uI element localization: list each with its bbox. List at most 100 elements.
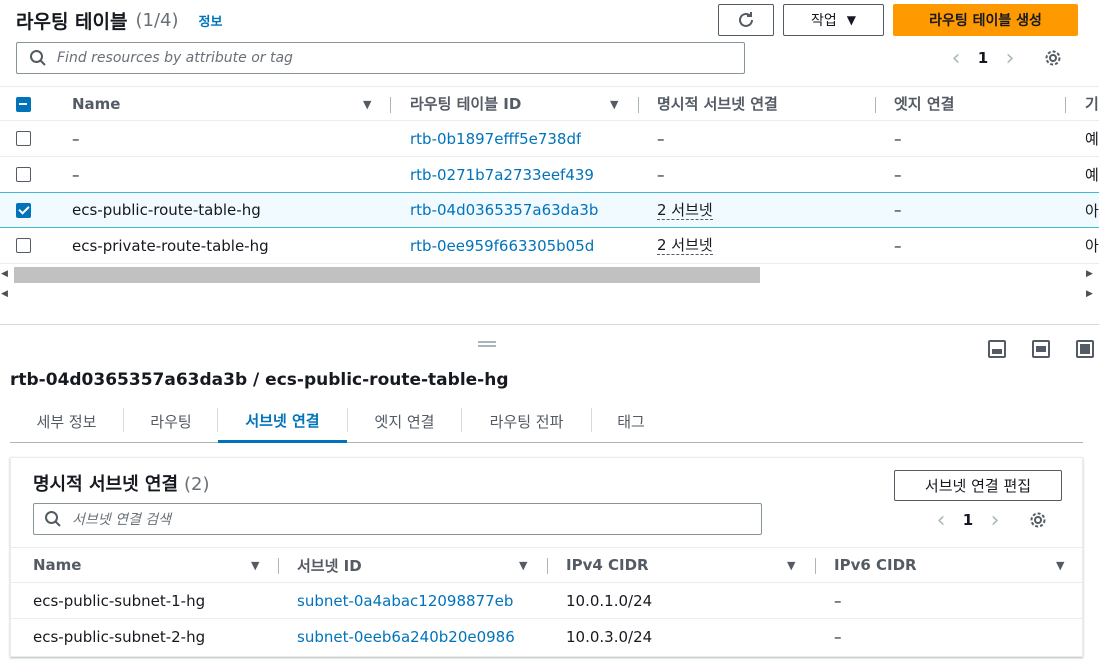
explicit-subnet-value: – (657, 165, 665, 184)
resource-search-input[interactable]: Find resources by attribute or tag (16, 42, 745, 74)
column-header-name[interactable]: Name (33, 548, 81, 582)
scrollbar-thumb[interactable] (14, 267, 760, 283)
column-header-ipv4[interactable]: IPv4 CIDR (566, 548, 649, 582)
column-header-name[interactable]: Name (72, 87, 120, 120)
main-value: 아 (1085, 237, 1099, 255)
scroll-right-arrow-icon[interactable]: ▶ (1086, 289, 1093, 299)
current-page[interactable]: 1 (956, 511, 980, 529)
explicit-subnet-associations-card: 명시적 서브넷 연결 (2) 서브넷 연결 편집 서브넷 연결 검색 ‹ 1 ›… (10, 457, 1083, 657)
explicit-subnet-value[interactable]: 2 서브넷 (657, 201, 713, 220)
sort-icon[interactable]: ▼ (610, 98, 618, 111)
tab-route-propagation[interactable]: 라우팅 전파 (462, 400, 591, 442)
row-name: – (72, 129, 80, 148)
table-row[interactable]: – rtb-0271b7a2733eef439 – – 예 (0, 157, 1099, 193)
row-name: ecs-private-route-table-hg (72, 236, 269, 255)
main-value: 예 (1085, 166, 1099, 184)
sort-icon[interactable]: ▼ (519, 559, 527, 572)
pagination: ‹ 1 › (941, 44, 1063, 72)
select-all-checkbox[interactable] (16, 97, 31, 112)
edge-value: – (894, 201, 902, 219)
card-title: 명시적 서브넷 연결 (33, 474, 179, 495)
main-value: 아 (1085, 201, 1099, 220)
prev-page-icon[interactable]: ‹ (926, 508, 956, 533)
explicit-subnet-value[interactable]: 2 서브넷 (657, 236, 713, 255)
row-name: ecs-public-route-table-hg (72, 201, 261, 219)
panel-bottom-icon[interactable] (988, 340, 1006, 358)
row-checkbox[interactable] (16, 203, 31, 218)
tab-tags[interactable]: 태그 (592, 400, 670, 442)
sort-icon[interactable]: ▼ (1056, 559, 1064, 572)
route-table-id-link[interactable]: rtb-0271b7a2733eef439 (410, 157, 594, 192)
edge-value: – (894, 129, 902, 148)
search-icon (30, 50, 46, 66)
route-table-id-link[interactable]: rtb-04d0365357a63da3b (410, 193, 598, 227)
row-name: – (72, 165, 80, 184)
selection-count: (1/4) (135, 9, 179, 31)
tab-details[interactable]: 세부 정보 (10, 400, 123, 442)
table-row-selected[interactable]: ecs-public-route-table-hg rtb-04d0365357… (0, 192, 1099, 228)
tab-subnet-associations[interactable]: 서브넷 연결 (218, 400, 347, 443)
next-page-icon[interactable]: › (980, 508, 1010, 533)
route-table-id-link[interactable]: rtb-0ee959f663305b05d (410, 228, 594, 263)
subnet-search-input[interactable]: 서브넷 연결 검색 (33, 503, 762, 535)
gear-icon[interactable] (1043, 48, 1063, 68)
table-row[interactable]: ecs-private-route-table-hg rtb-0ee959f66… (0, 228, 1099, 264)
subnet-id-link[interactable]: subnet-0a4abac12098877eb (297, 583, 513, 618)
table-row: ecs-public-subnet-2-hg subnet-0eeb6a240b… (11, 619, 1082, 655)
column-header-route-table-id[interactable]: 라우팅 테이블 ID (410, 87, 521, 120)
next-page-icon[interactable]: › (995, 46, 1025, 71)
tab-edge-associations[interactable]: 엣지 연결 (348, 400, 461, 442)
subnet-name: ecs-public-subnet-1-hg (33, 591, 206, 610)
tab-routes[interactable]: 라우팅 (124, 400, 218, 442)
row-checkbox[interactable] (16, 131, 31, 146)
ipv4-cidr: 10.0.1.0/24 (566, 591, 653, 610)
caret-down-icon: ▼ (846, 13, 856, 27)
column-header-subnet-id[interactable]: 서브넷 ID (297, 548, 362, 582)
horizontal-scrollbar[interactable]: ◀ ▶ ◀ ▶ (0, 265, 1099, 305)
column-header-edge[interactable]: 엣지 연결 (894, 87, 954, 120)
sort-icon[interactable]: ▼ (363, 98, 371, 111)
edge-value: – (894, 236, 902, 255)
resize-handle-icon[interactable] (478, 341, 496, 347)
pagination: ‹ 1 › (926, 506, 1048, 534)
scroll-left-arrow-icon[interactable]: ◀ (1, 269, 8, 279)
scroll-right-arrow-icon[interactable]: ▶ (1086, 269, 1093, 279)
actions-dropdown-button[interactable]: 작업 ▼ (783, 4, 884, 36)
subnet-table-header: Name ▼ 서브넷 ID ▼ IPv4 CIDR ▼ IPv6 CIDR ▼ (11, 547, 1082, 583)
row-checkbox[interactable] (16, 238, 31, 253)
detail-tabs: 세부 정보 라우팅 서브넷 연결 엣지 연결 라우팅 전파 태그 (10, 400, 1083, 443)
page-title: 라우팅 테이블 (16, 10, 128, 33)
subnet-id-link[interactable]: subnet-0eeb6a240b20e0986 (297, 619, 515, 655)
create-route-table-button[interactable]: 라우팅 테이블 생성 (893, 4, 1078, 36)
edit-subnet-associations-button[interactable]: 서브넷 연결 편집 (894, 470, 1062, 501)
refresh-button[interactable] (718, 4, 774, 36)
ipv6-cidr: – (834, 591, 842, 610)
table-row: ecs-public-subnet-1-hg subnet-0a4abac120… (11, 583, 1082, 619)
actions-label: 작업 (811, 13, 837, 29)
route-table-id-link[interactable]: rtb-0b1897efff5e738df (410, 121, 581, 156)
split-panel-divider (0, 324, 1099, 325)
column-header-main[interactable]: 기 (1085, 87, 1099, 120)
panel-position-controls (988, 340, 1094, 358)
search-placeholder: 서브넷 연결 검색 (72, 512, 172, 528)
sort-icon[interactable]: ▼ (251, 559, 259, 572)
sort-icon[interactable]: ▼ (787, 559, 795, 572)
panel-side-icon[interactable] (1032, 340, 1050, 358)
prev-page-icon[interactable]: ‹ (941, 46, 971, 71)
page-header: 라우팅 테이블 (1/4) 정보 (16, 6, 222, 34)
column-header-explicit-subnet[interactable]: 명시적 서브넷 연결 (657, 87, 778, 120)
scroll-left-arrow-icon[interactable]: ◀ (1, 289, 8, 299)
card-count: (2) (184, 474, 210, 495)
row-checkbox[interactable] (16, 167, 31, 182)
edge-value: – (894, 165, 902, 184)
table-header: Name ▼ 라우팅 테이블 ID ▼ 명시적 서브넷 연결 엣지 연결 기 (0, 86, 1099, 121)
current-page[interactable]: 1 (971, 49, 995, 67)
gear-icon[interactable] (1028, 510, 1048, 530)
explicit-subnet-value: – (657, 129, 665, 148)
refresh-icon (739, 12, 753, 27)
panel-fullscreen-icon[interactable] (1076, 340, 1094, 358)
info-link[interactable]: 정보 (199, 11, 223, 30)
column-header-ipv6[interactable]: IPv6 CIDR (834, 548, 917, 582)
card-header: 명시적 서브넷 연결 (2) (33, 470, 210, 496)
table-row[interactable]: – rtb-0b1897efff5e738df – – 예 (0, 121, 1099, 157)
